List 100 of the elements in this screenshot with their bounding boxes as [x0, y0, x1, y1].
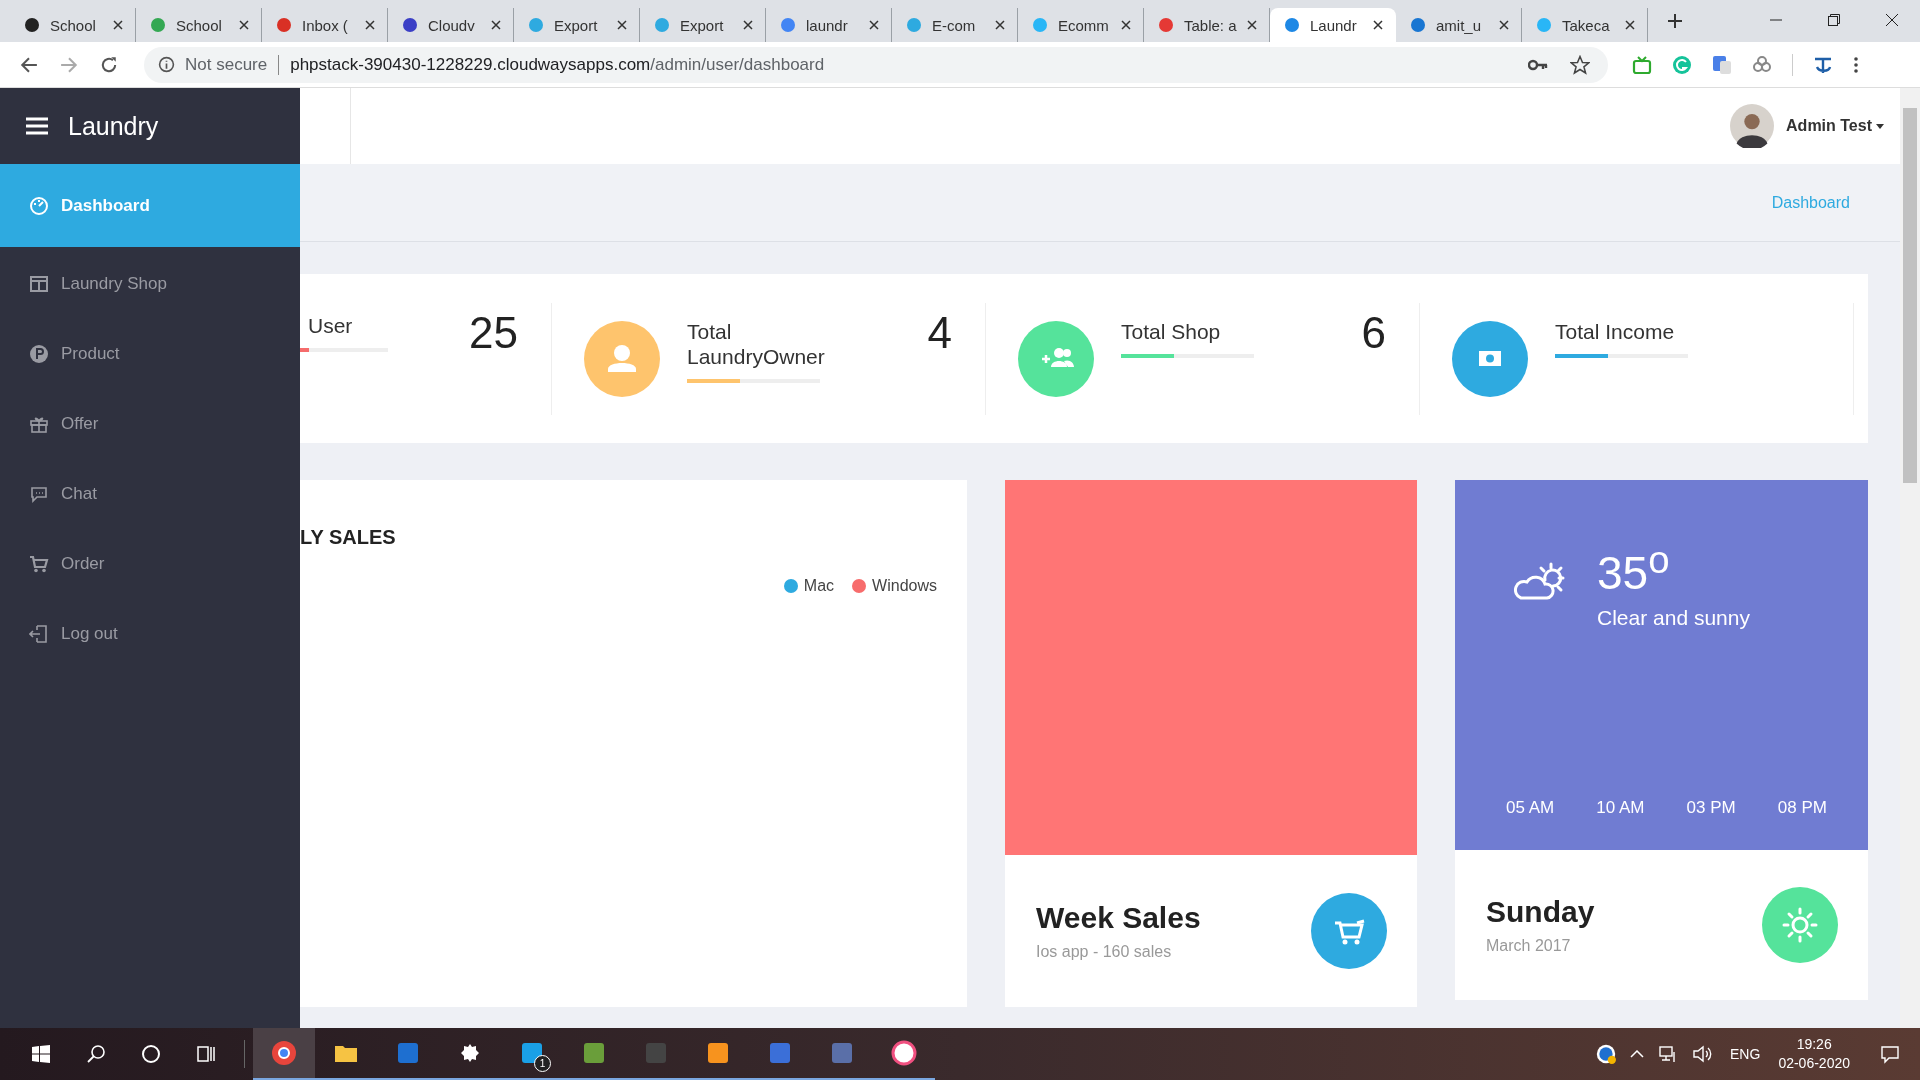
close-icon[interactable]	[491, 20, 501, 30]
browser-tab[interactable]: School	[136, 8, 262, 42]
link-icon[interactable]	[1752, 54, 1772, 75]
legend-label: Windows	[872, 577, 937, 595]
stat-label: Total Shop	[1121, 318, 1222, 344]
browser-tab[interactable]: School	[10, 8, 136, 42]
browser-icon	[271, 1040, 297, 1066]
browser-tab[interactable]: Laundr	[1270, 8, 1396, 42]
day-name: Sunday	[1486, 895, 1595, 929]
dashboard-icon	[29, 195, 49, 216]
close-icon[interactable]	[1499, 20, 1509, 30]
menu-icon[interactable]	[1853, 54, 1859, 75]
favicon-icon	[150, 17, 166, 33]
favicon-icon	[402, 17, 418, 33]
clock-time[interactable]: 19:26	[1796, 1035, 1832, 1054]
browser-tab[interactable]: E-com	[892, 8, 1018, 42]
restore-icon[interactable]	[1828, 14, 1840, 26]
close-icon[interactable]	[113, 20, 123, 30]
nav-item[interactable]: Product	[0, 319, 300, 389]
nav-item[interactable]: Order	[0, 529, 300, 599]
weather-description: Clear and sunny	[1597, 606, 1750, 631]
favicon-icon	[528, 17, 544, 33]
time-label: 05 AM	[1506, 798, 1555, 818]
card-title: LY SALES	[300, 526, 397, 549]
menu-icon[interactable]	[26, 117, 48, 135]
close-icon[interactable]	[239, 20, 249, 30]
search-icon[interactable]	[86, 1044, 106, 1064]
browser-tab[interactable]: Ecomm	[1018, 8, 1144, 42]
stat-label: Total Income	[1555, 318, 1676, 344]
address-bar[interactable]: Not secure phpstack-390430-1228229.cloudwaysapps.com/admin/user/dashboard	[144, 46, 1608, 83]
close-icon[interactable]	[1121, 20, 1131, 30]
favicon-icon	[1032, 17, 1048, 33]
time-label: 03 PM	[1686, 798, 1736, 818]
favicon-icon	[906, 17, 922, 33]
favicon-icon	[276, 17, 292, 33]
browser-tab[interactable]: Table: a	[1144, 8, 1270, 42]
close-icon[interactable]	[869, 20, 879, 30]
browser-tab[interactable]: Export	[640, 8, 766, 42]
back-icon[interactable]	[20, 55, 38, 74]
nav-item[interactable]: Chat	[0, 459, 300, 529]
language-indicator[interactable]: ENG	[1730, 1046, 1761, 1062]
browser-tab[interactable]: laundr	[766, 8, 892, 42]
star-icon[interactable]	[1570, 54, 1590, 75]
card-subtitle: Ios app - 160 sales	[1036, 943, 1173, 961]
close-icon[interactable]	[1247, 20, 1257, 30]
close-icon[interactable]	[743, 20, 753, 30]
circle-icon[interactable]	[141, 1044, 161, 1064]
scrollbar[interactable]	[1900, 88, 1920, 1028]
browser-tab[interactable]: Cloudv	[388, 8, 514, 42]
time-label: 08 PM	[1777, 798, 1827, 818]
browser-tab[interactable]: amit_u	[1396, 8, 1522, 42]
close-icon[interactable]	[617, 20, 627, 30]
tv-icon[interactable]	[1632, 54, 1652, 75]
info-icon[interactable]	[158, 56, 175, 73]
favicon-icon	[780, 17, 796, 33]
cloud-sun-icon	[1511, 560, 1567, 600]
close-icon[interactable]	[365, 20, 375, 30]
clock-date[interactable]: 02-06-2020	[1778, 1054, 1850, 1073]
stat-value: 6	[1361, 306, 1386, 355]
nav-item[interactable]: Log out	[0, 599, 300, 669]
reload-icon[interactable]	[100, 55, 118, 74]
favicon-icon	[1536, 17, 1552, 33]
taskbar-app[interactable]: 1	[501, 1028, 563, 1080]
favicon-icon	[654, 17, 670, 33]
logout-icon	[29, 624, 49, 644]
browser-tab[interactable]: Takeca	[1522, 8, 1648, 42]
browser-tab[interactable]: Export	[514, 8, 640, 42]
chevron-up-icon[interactable]	[1630, 1050, 1645, 1058]
cart-icon	[1311, 893, 1387, 969]
new-tab-icon[interactable]	[1668, 14, 1682, 28]
close-icon[interactable]	[995, 20, 1005, 30]
windows-start-icon[interactable]	[31, 1044, 51, 1064]
notification-icon[interactable]	[1880, 1044, 1900, 1064]
avatar[interactable]	[1730, 104, 1775, 148]
volume-icon[interactable]	[1692, 1044, 1713, 1064]
stat-label: User	[307, 312, 354, 338]
card-title: Week Sales	[1036, 901, 1201, 935]
task-view-icon[interactable]	[196, 1044, 216, 1064]
nav-item[interactable]: Laundry Shop	[0, 249, 300, 319]
favicon-icon	[1284, 17, 1300, 33]
browser-tab[interactable]: Inbox (	[262, 8, 388, 42]
close-icon[interactable]	[1625, 20, 1635, 30]
stat-value: 25	[469, 306, 518, 355]
sun-icon	[1762, 887, 1838, 963]
cart-icon	[29, 554, 49, 574]
close-icon[interactable]	[1886, 14, 1898, 26]
nav-item[interactable]: Offer	[0, 389, 300, 459]
product-icon	[29, 344, 49, 364]
chat-icon	[29, 484, 49, 504]
stat-value: 4	[927, 306, 952, 355]
time-label: 10 AM	[1596, 798, 1645, 818]
brand-name: Laundry	[68, 111, 159, 141]
stat-label: Total LaundryOwner	[687, 318, 826, 369]
favicon-icon	[1158, 17, 1174, 33]
temperature: 35$^{o}$	[1597, 538, 1671, 601]
close-icon[interactable]	[1373, 20, 1383, 30]
user-menu[interactable]: Admin Test	[1786, 117, 1884, 135]
url-text: phpstack-390430-1228229.cloudwaysapps.com/admin/user/dashboard	[290, 54, 825, 75]
date-label: March 2017	[1486, 937, 1572, 955]
favicon-icon	[1410, 17, 1426, 33]
